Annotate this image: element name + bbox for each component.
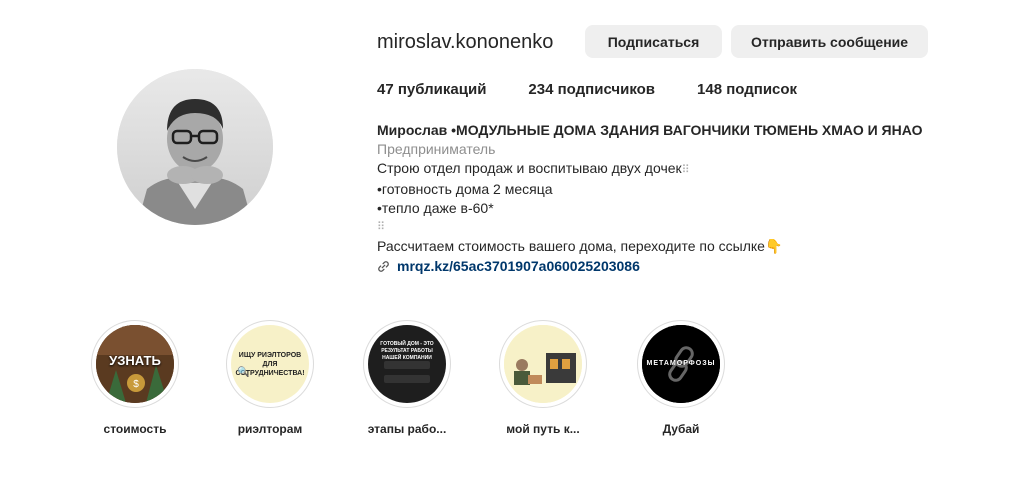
highlight-item[interactable]: мой путь к... xyxy=(498,320,588,436)
highlight-label[interactable]: мой путь к... xyxy=(498,422,588,436)
magnifier-icon: 🔍 xyxy=(237,367,250,378)
dots-emoji-icon: ⠿ xyxy=(377,221,385,233)
highlight-cover-text: ГОТОВЫЙ ДОМ - ЭТО РЕЗУЛЬТАТ РАБОТЫ НАШЕЙ… xyxy=(380,341,434,361)
highlight-label[interactable]: этапы рабо... xyxy=(362,422,452,436)
profile-full-name: Мирослав •МОДУЛЬНЫЕ ДОМА ЗДАНИЯ ВАГОНЧИК… xyxy=(377,122,923,138)
bio-line: •тепло даже в-60* xyxy=(377,200,494,216)
highlight-cover[interactable]: МЕТАМОРФОЗЫ xyxy=(637,320,725,408)
profile-category: Предприниматель xyxy=(377,141,496,157)
posts-count: 47 публикаций xyxy=(377,81,487,98)
bio-line: Строю отдел продаж и воспитываю двух доч… xyxy=(377,160,690,176)
profile-stats: 47 публикаций 234 подписчиков 148 подпис… xyxy=(377,81,839,98)
highlight-item[interactable]: ИЩУ РИЭЛТОРОВ ДЛЯ СОТРУДНИЧЕСТВА! 🔍 риэл… xyxy=(225,320,315,436)
highlight-cover-text: УЗНАТЬ xyxy=(109,353,161,368)
bio-link-text[interactable]: mrqz.kz/65ac3701907a060025203086 xyxy=(397,257,640,276)
highlight-item[interactable]: $ УЗНАТЬ стоимость xyxy=(90,320,180,436)
highlight-cover[interactable]: ГОТОВЫЙ ДОМ - ЭТО РЕЗУЛЬТАТ РАБОТЫ НАШЕЙ… xyxy=(363,320,451,408)
followers-count[interactable]: 234 подписчиков xyxy=(528,81,655,98)
highlight-cover-image xyxy=(504,325,582,403)
follow-button[interactable]: Подписаться xyxy=(585,25,722,58)
highlight-label[interactable]: риэлторам xyxy=(225,422,315,436)
link-icon xyxy=(378,261,389,272)
profile-bio: Мирослав •МОДУЛЬНЫЕ ДОМА ЗДАНИЯ ВАГОНЧИК… xyxy=(377,121,997,276)
bio-link[interactable]: mrqz.kz/65ac3701907a060025203086 xyxy=(377,257,997,276)
bio-line: Рассчитаем стоимость вашего дома, перехо… xyxy=(377,238,783,254)
highlight-cover-text: МЕТАМОРФОЗЫ xyxy=(646,360,716,367)
highlight-label[interactable]: стоимость xyxy=(90,422,180,436)
profile-avatar[interactable] xyxy=(117,69,273,225)
highlight-item[interactable]: МЕТАМОРФОЗЫ Дубай xyxy=(636,320,726,436)
dots-emoji-icon: ⠿ xyxy=(681,164,690,176)
highlight-label[interactable]: Дубай xyxy=(636,422,726,436)
highlight-cover[interactable]: $ УЗНАТЬ xyxy=(91,320,179,408)
highlight-cover[interactable]: ИЩУ РИЭЛТОРОВ ДЛЯ СОТРУДНИЧЕСТВА! 🔍 xyxy=(226,320,314,408)
profile-username: miroslav.kononenko xyxy=(377,31,554,53)
send-message-button[interactable]: Отправить сообщение xyxy=(731,25,928,58)
svg-text:$: $ xyxy=(133,379,139,390)
bio-line: •готовность дома 2 месяца xyxy=(377,181,553,197)
following-count[interactable]: 148 подписок xyxy=(697,81,797,98)
story-highlights: $ УЗНАТЬ стоимость ИЩУ РИЭЛТОРОВ ДЛЯ СОТ… xyxy=(90,320,740,450)
highlight-item[interactable]: ГОТОВЫЙ ДОМ - ЭТО РЕЗУЛЬТАТ РАБОТЫ НАШЕЙ… xyxy=(362,320,452,436)
avatar-photo xyxy=(117,69,273,225)
pointing-hand-icon: 👇 xyxy=(764,238,783,254)
highlight-cover[interactable] xyxy=(499,320,587,408)
